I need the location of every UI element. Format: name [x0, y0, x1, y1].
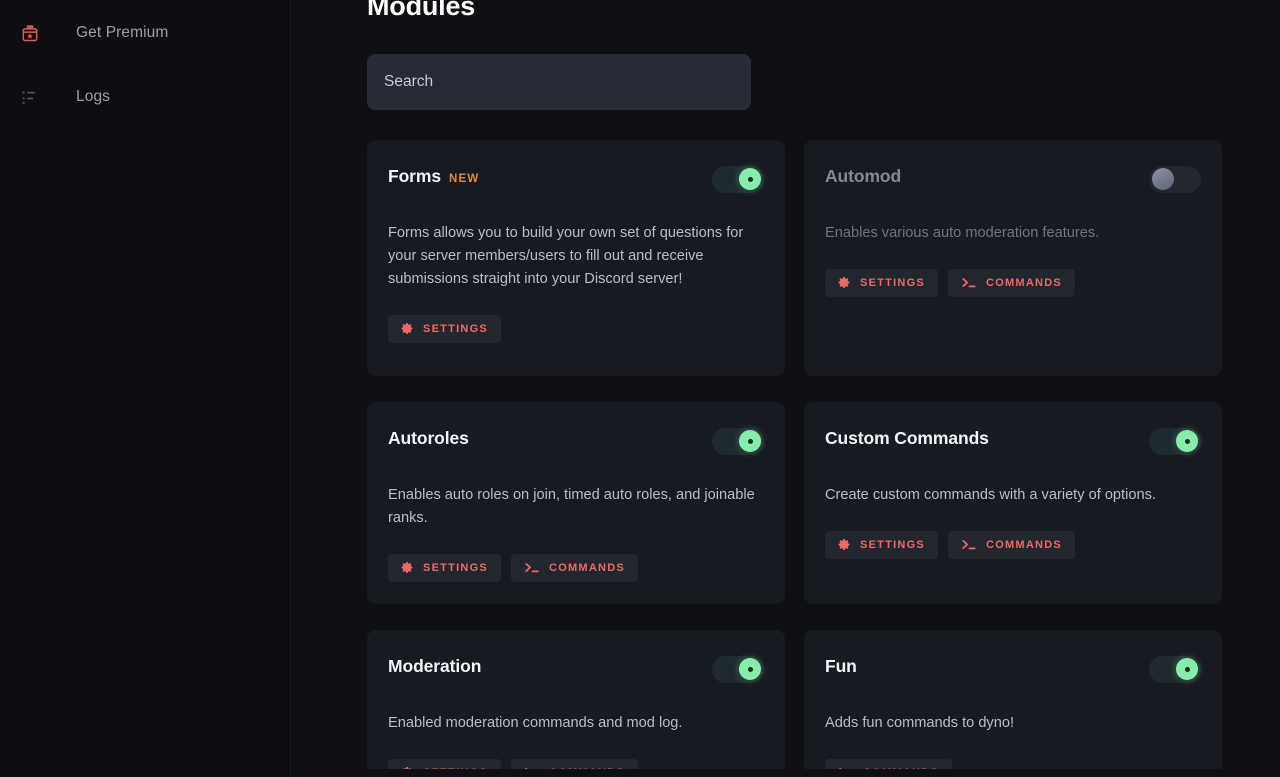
modules-page: Get Premium Logs Modules FormsNEWForm	[0, 0, 1280, 777]
button-label: SETTINGS	[423, 561, 489, 574]
module-card: FunAdds fun commands to dyno!COMMANDS	[804, 629, 1222, 777]
commands-button[interactable]: COMMANDS	[511, 553, 639, 582]
button-label: COMMANDS	[986, 538, 1063, 551]
module-toggle[interactable]	[712, 427, 764, 455]
toggle-knob	[739, 168, 761, 191]
module-toggle[interactable]	[712, 655, 764, 683]
toggle-knob	[739, 658, 761, 681]
module-title: Forms	[388, 165, 441, 186]
terminal-icon	[961, 538, 977, 551]
module-title-row: Custom Commands	[825, 428, 989, 449]
horizontal-scrollbar[interactable]	[291, 769, 1280, 777]
module-description: Forms allows you to build your own set o…	[388, 224, 744, 287]
settings-button[interactable]: SETTINGS	[388, 553, 502, 582]
terminal-icon	[961, 276, 977, 289]
module-card: Custom Commands Create custom commands wi…	[804, 401, 1222, 604]
new-badge: NEW	[448, 172, 480, 185]
toggle-knob	[739, 430, 761, 453]
button-label: SETTINGS	[423, 322, 489, 335]
button-label: SETTINGS	[860, 276, 926, 289]
button-label: SETTINGS	[860, 538, 926, 551]
module-description: Adds fun commands to dyno!	[825, 714, 1015, 731]
module-actions: SETTINGS COMMANDS	[388, 553, 764, 582]
module-actions: SETTINGS	[388, 314, 764, 343]
button-label: COMMANDS	[986, 276, 1063, 289]
settings-button[interactable]: SETTINGS	[388, 314, 502, 343]
logs-icon	[14, 87, 46, 107]
settings-button[interactable]: SETTINGS	[825, 530, 939, 559]
module-card: Forms NEW Forms allows you to build your o…	[367, 139, 785, 376]
module-title-row: Forms NEW	[388, 166, 479, 187]
module-card-header: Fun	[825, 655, 1201, 686]
module-card: Automod Enables various auto moderation f…	[804, 139, 1222, 376]
toggle-knob	[1176, 658, 1198, 681]
sidebar-item-logs[interactable]: Logs	[0, 69, 290, 125]
module-card-header: Autoroles	[388, 427, 764, 458]
module-title-row: Autoroles	[388, 428, 469, 449]
module-title: Custom Commands	[825, 427, 989, 448]
content-divider	[582, 762, 1280, 763]
module-card-header: Moderation	[388, 655, 764, 686]
main-content: Modules Forms NEW Forms allows you to buil…	[291, 0, 1280, 777]
terminal-icon	[524, 561, 540, 574]
module-actions: SETTINGS COMMANDS	[825, 268, 1201, 297]
button-label: COMMANDS	[549, 561, 626, 574]
module-title: Automod	[825, 165, 902, 186]
sidebar-item-label: Get Premium	[76, 24, 169, 41]
module-card-header: Custom Commands	[825, 427, 1201, 458]
module-description: Create custom commands with a variety of…	[825, 486, 1156, 503]
module-actions: SETTINGS COMMANDS	[825, 530, 1201, 559]
commands-button[interactable]: COMMANDS	[948, 268, 1076, 297]
module-toggle[interactable]	[1149, 165, 1201, 193]
module-description: Enables various auto moderation features…	[825, 224, 1100, 241]
module-title-row: Fun	[825, 656, 857, 677]
module-card-header: Automod	[825, 165, 1201, 196]
module-title: Fun	[825, 655, 857, 676]
module-card-header: Forms NEW	[388, 165, 764, 196]
module-toggle[interactable]	[1149, 655, 1201, 683]
gear-icon	[401, 561, 414, 574]
toggle-knob	[1151, 168, 1174, 191]
toggle-knob	[1176, 430, 1198, 453]
settings-button[interactable]: SETTINGS	[825, 268, 939, 297]
gift-icon	[14, 23, 46, 43]
gear-icon	[838, 538, 851, 551]
module-title: Autoroles	[388, 427, 469, 448]
module-title-row: Moderation	[388, 656, 481, 677]
module-toggle[interactable]	[1149, 427, 1201, 455]
module-title: Moderation	[388, 655, 482, 676]
gear-icon	[401, 322, 414, 335]
module-card: Moderation Enabled moderation commands an…	[367, 629, 785, 777]
module-toggle[interactable]	[712, 165, 764, 193]
commands-button[interactable]: COMMANDS	[948, 530, 1076, 559]
sidebar-item-label: Logs	[76, 88, 111, 105]
module-title-row: Automod	[825, 166, 901, 187]
module-card: Autoroles Enables auto roles on join, tim…	[367, 401, 785, 604]
module-description: Enabled moderation commands and mod log.	[388, 714, 683, 731]
module-description: Enables auto roles on join, timed auto r…	[388, 486, 755, 526]
modules-grid: Forms NEW Forms allows you to build your o…	[367, 139, 1280, 777]
sidebar-item-get-premium[interactable]: Get Premium	[0, 5, 290, 61]
search-bar	[367, 53, 1280, 110]
search-input[interactable]	[367, 53, 751, 110]
gear-icon	[838, 276, 851, 289]
page-title: Modules	[367, 0, 476, 21]
sidebar: Get Premium Logs	[0, 0, 291, 777]
